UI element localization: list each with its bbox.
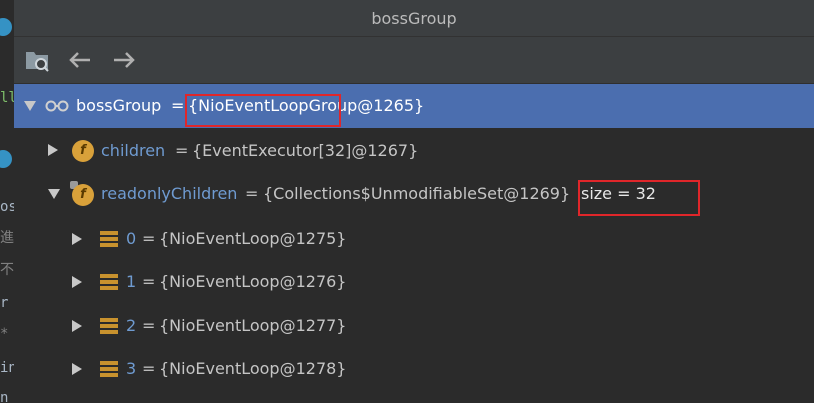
gutter-marker-icon: [0, 18, 12, 36]
arrow-right-icon: [114, 52, 135, 68]
folder-search-icon: [26, 52, 49, 72]
gutter-marker-icon: [0, 150, 12, 168]
forward-button[interactable]: [110, 47, 138, 73]
equals-sign: =: [142, 272, 156, 291]
equals-sign: =: [245, 184, 259, 203]
highlight-box: [185, 94, 341, 127]
field-name: readonlyChildren: [101, 184, 238, 203]
popup-title-bar[interactable]: bossGroup: [14, 0, 814, 37]
editor-gutter: ll os 進 不. r * in n: [0, 0, 14, 403]
equals-sign: =: [142, 359, 156, 378]
gutter-text: 進: [0, 230, 14, 246]
arrow-left-icon: [69, 52, 90, 68]
variables-tree[interactable]: bossGroup = {NioEventLoopGroup@1265} f c…: [14, 84, 814, 403]
popup-title: bossGroup: [371, 8, 457, 28]
element-value: {NioEventLoop@1278}: [159, 359, 347, 378]
equals-sign: =: [142, 229, 156, 248]
toolbar: [14, 37, 814, 84]
tree-row-item[interactable]: 2 = {NioEventLoop@1277}: [14, 304, 814, 348]
gutter-text: n: [0, 390, 9, 403]
tree-row-bossgroup[interactable]: bossGroup = {NioEventLoopGroup@1265}: [14, 84, 814, 128]
back-button[interactable]: [66, 47, 94, 73]
new-watch-button[interactable]: [24, 47, 52, 73]
expand-arrow-icon[interactable]: [72, 363, 82, 375]
field-f-icon: f: [72, 140, 94, 162]
array-element-icon: [100, 318, 118, 334]
array-element-icon: [100, 231, 118, 247]
collapse-arrow-icon[interactable]: [24, 101, 36, 111]
equals-sign: =: [175, 141, 189, 160]
tree-row-children[interactable]: f children = {EventExecutor[32]@1267}: [14, 128, 814, 172]
gutter-text: *: [0, 326, 9, 342]
watch-glasses-icon: [45, 100, 69, 112]
expand-arrow-icon[interactable]: [48, 144, 58, 156]
field-value: {Collections$UnmodifiableSet@1269}: [263, 184, 571, 203]
element-index: 0: [126, 229, 137, 248]
array-element-icon: [100, 274, 118, 290]
field-f-icon: f: [72, 184, 94, 206]
field-name: children: [101, 141, 166, 160]
collapse-arrow-icon[interactable]: [48, 189, 60, 199]
tree-row-item[interactable]: 0 = {NioEventLoop@1275}: [14, 217, 814, 261]
tree-row-item[interactable]: 3 = {NioEventLoop@1278}: [14, 347, 814, 391]
gutter-text: os: [0, 199, 14, 215]
expand-arrow-icon[interactable]: [72, 233, 82, 245]
gutter-text: ll: [0, 90, 14, 106]
gutter-text: r: [0, 295, 9, 311]
element-value: {NioEventLoop@1277}: [159, 316, 347, 335]
tree-row-item[interactable]: 1 = {NioEventLoop@1276}: [14, 260, 814, 304]
element-value: {NioEventLoop@1276}: [159, 272, 347, 291]
element-index: 1: [126, 272, 137, 291]
gutter-text: 不.: [0, 262, 14, 278]
field-value: {EventExecutor[32]@1267}: [192, 141, 419, 160]
element-value: {NioEventLoop@1275}: [159, 229, 347, 248]
gutter-text: in: [0, 360, 14, 376]
highlight-box: [578, 180, 700, 216]
expand-arrow-icon[interactable]: [72, 276, 82, 288]
variable-name: bossGroup: [76, 96, 162, 115]
expand-arrow-icon[interactable]: [72, 320, 82, 332]
equals-sign: =: [142, 316, 156, 335]
element-index: 3: [126, 359, 137, 378]
element-index: 2: [126, 316, 137, 335]
equals-sign: =: [171, 96, 185, 115]
tree-row-readonly-children[interactable]: f readonlyChildren = {Collections$Unmodi…: [14, 172, 814, 216]
array-element-icon: [100, 361, 118, 377]
